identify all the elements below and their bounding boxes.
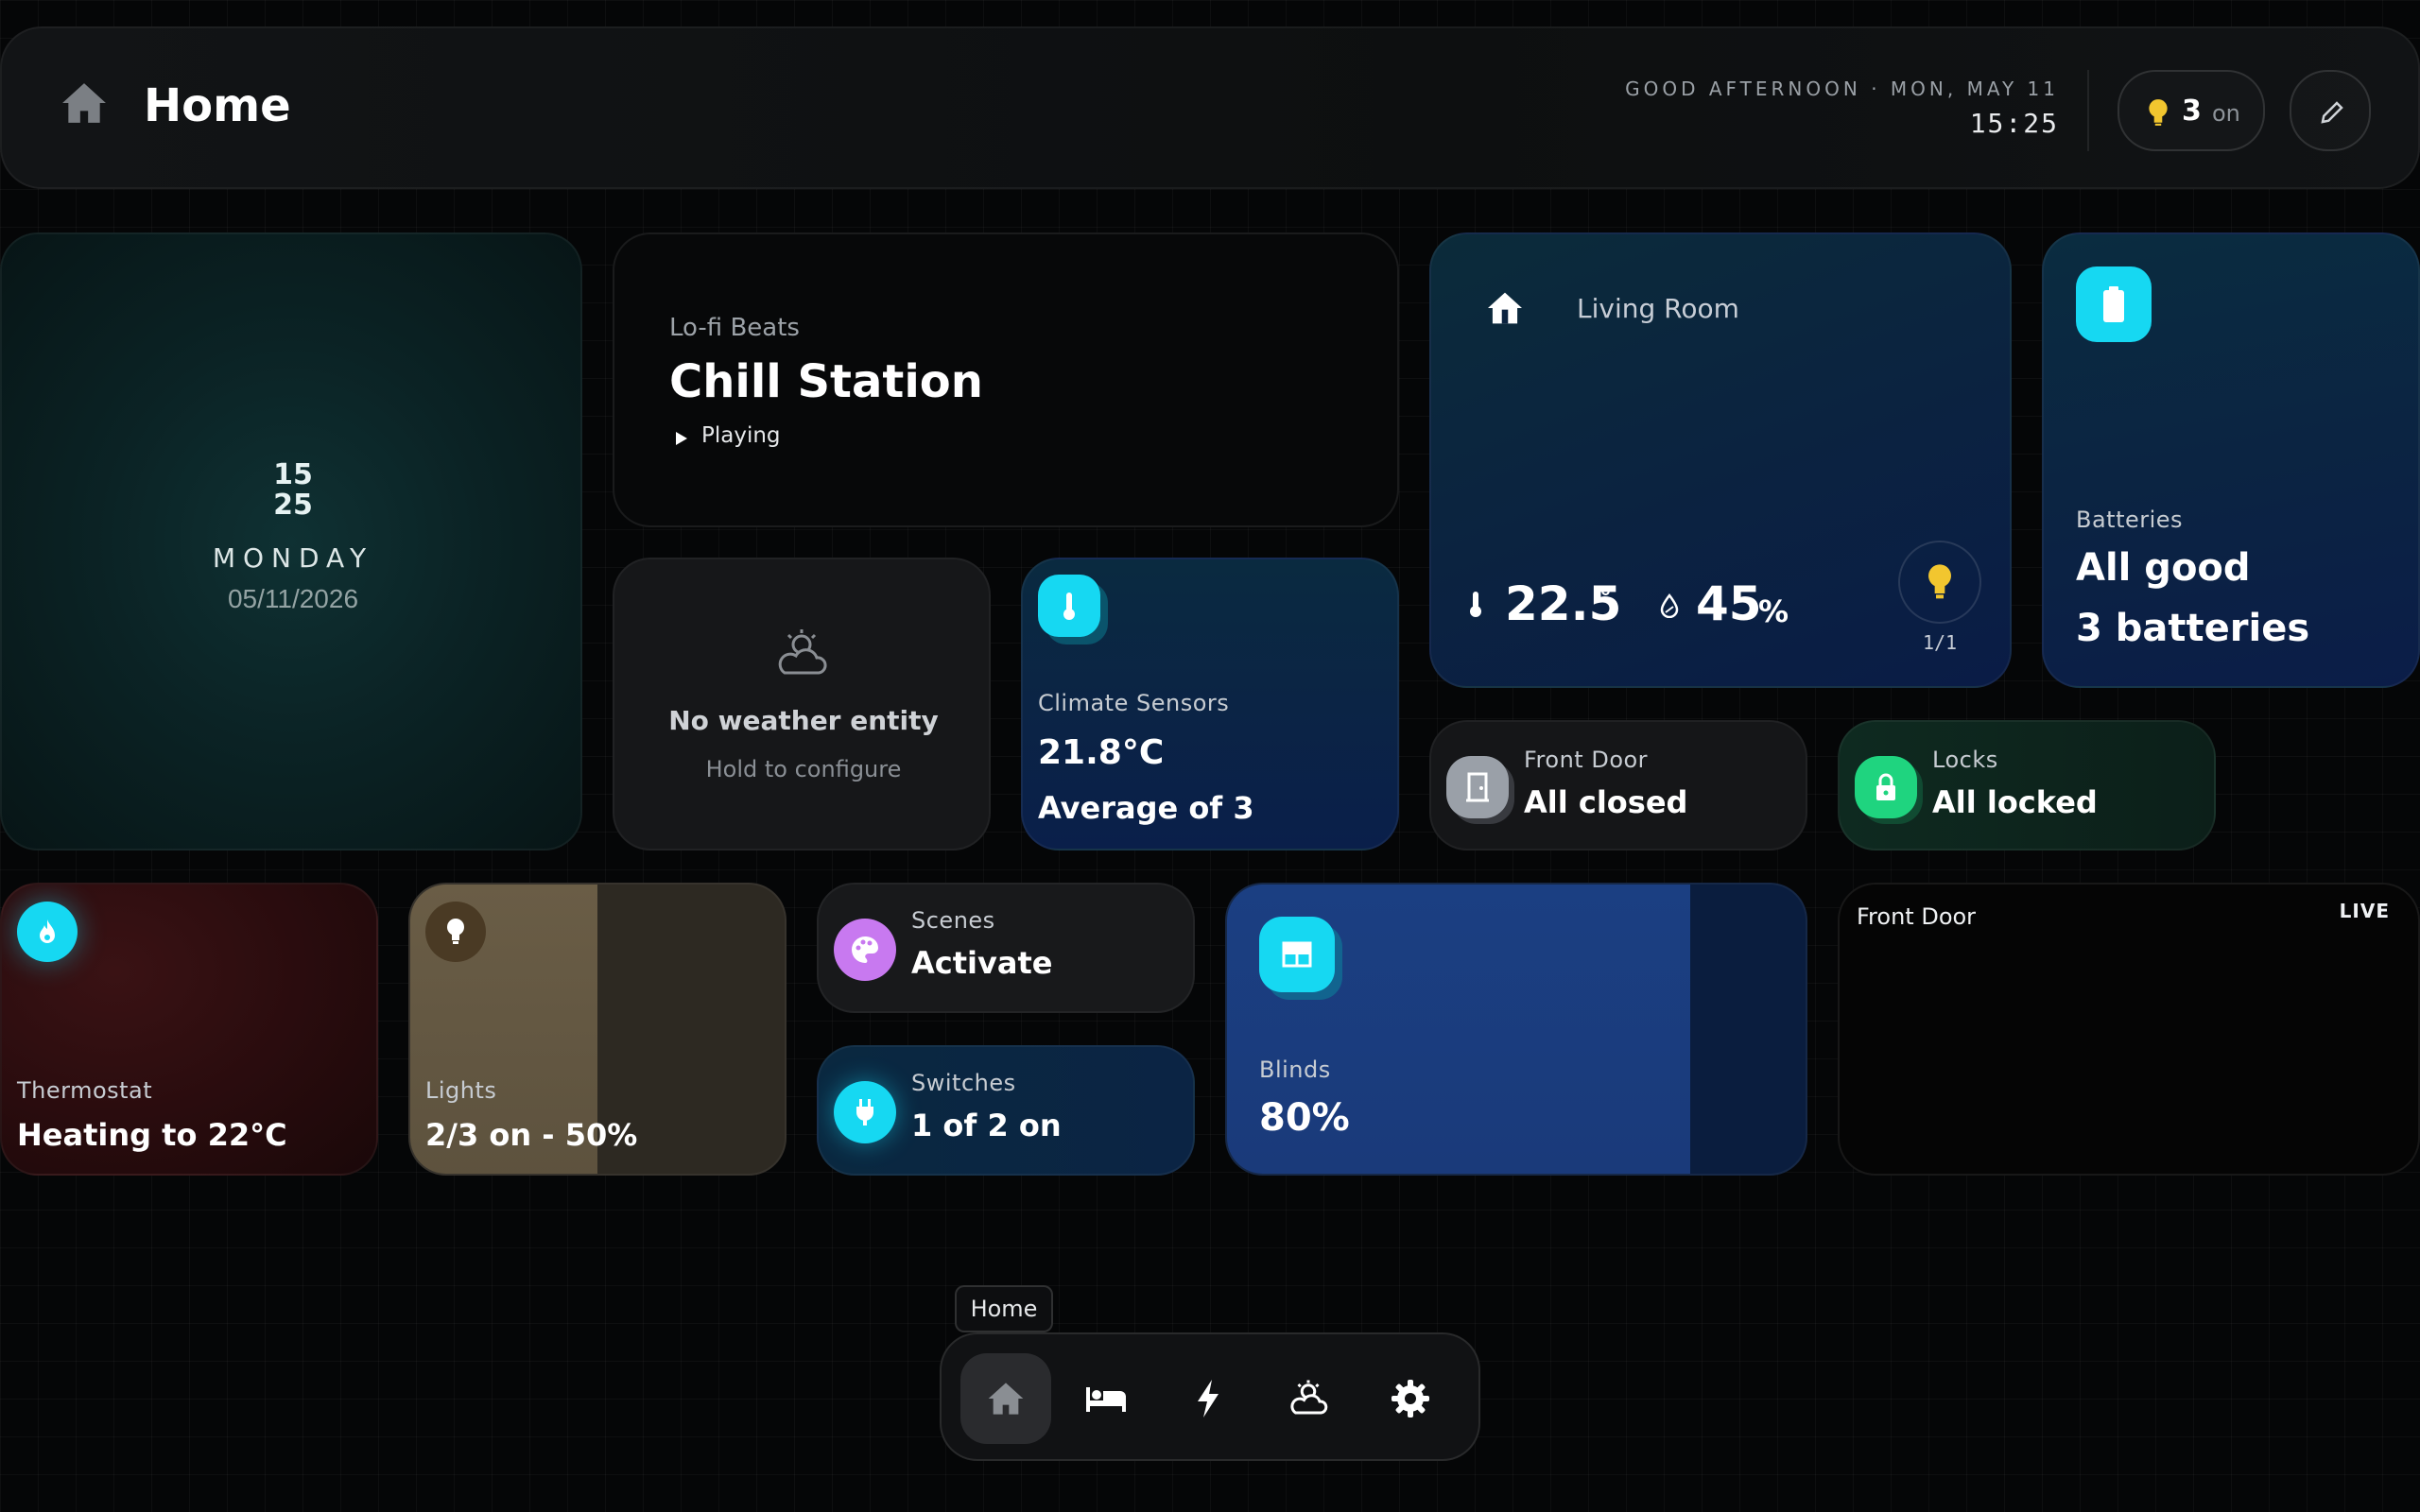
switches-card[interactable]: Switches 1 of 2 on	[817, 1045, 1195, 1176]
plug-icon	[834, 1081, 896, 1143]
blinds-value: 80%	[1259, 1096, 1350, 1140]
home-icon	[60, 81, 108, 125]
header-divider	[2087, 70, 2089, 151]
media-title: Chill Station	[669, 355, 983, 408]
media-card[interactable]: Lo-fi Beats Chill Station Playing	[613, 232, 1399, 527]
thermometer-icon	[1038, 575, 1100, 637]
clock-weekday: MONDAY	[212, 542, 374, 574]
room-thermometer-icon	[1469, 590, 1482, 618]
room-bulb-icon	[1925, 563, 1955, 601]
batteries-label: Batteries	[2076, 507, 2184, 533]
climate-sensors-card[interactable]: Climate Sensors 21.8°C Average of 3	[1021, 558, 1399, 850]
bolt-icon	[1195, 1379, 1221, 1418]
clock-card[interactable]: 15 25 MONDAY 05/11/2026	[0, 232, 582, 850]
clock-minute: 25	[273, 489, 313, 522]
blinds-label: Blinds	[1259, 1057, 1331, 1083]
lights-bulb-icon	[425, 902, 486, 962]
door-icon	[1446, 756, 1509, 818]
lights-on-count: 3	[2182, 94, 2202, 128]
home-icon	[987, 1381, 1025, 1417]
thermostat-card[interactable]: Thermostat Heating to 22°C	[0, 883, 378, 1176]
dock-energy-button[interactable]	[1163, 1353, 1253, 1444]
climate-detail: Average of 3	[1038, 790, 1254, 826]
scenes-label: Scenes	[911, 907, 995, 934]
batteries-count: 3 batteries	[2076, 607, 2310, 650]
front-door-label: Front Door	[1524, 747, 1649, 773]
flame-icon	[17, 902, 78, 962]
room-home-icon	[1486, 291, 1524, 325]
batteries-card[interactable]: Batteries All good 3 batteries	[2042, 232, 2420, 688]
locks-value: All locked	[1932, 784, 2098, 820]
bottom-dock	[940, 1332, 1480, 1461]
bed-icon	[1084, 1383, 1128, 1414]
living-room-card[interactable]: Living Room 22.5 ° 45 % 1/1	[1429, 232, 2012, 688]
header-time: 15:25	[1969, 108, 2059, 139]
pencil-icon	[2318, 98, 2346, 127]
front-door-value: All closed	[1524, 784, 1688, 820]
room-name: Living Room	[1577, 293, 1739, 324]
blinds-icon	[1259, 917, 1335, 992]
media-subtitle: Lo-fi Beats	[669, 314, 800, 342]
climate-label: Climate Sensors	[1038, 690, 1230, 716]
camera-card[interactable]: Front Door LIVE	[1838, 883, 2420, 1176]
bulb-icon	[2146, 98, 2170, 127]
header-bar: Home GOOD AFTERNOON · MON, MAY 11 15:25 …	[0, 26, 2420, 189]
room-humidity-unit: %	[1758, 593, 1789, 629]
scenes-card[interactable]: Scenes Activate	[817, 883, 1195, 1013]
dock-bedroom-button[interactable]	[1061, 1353, 1151, 1444]
dock-settings-button[interactable]	[1365, 1353, 1456, 1444]
blinds-card[interactable]: Blinds 80%	[1225, 883, 1807, 1176]
edit-button[interactable]	[2290, 70, 2371, 151]
dock-home-button[interactable]	[960, 1353, 1051, 1444]
switches-value: 1 of 2 on	[911, 1108, 1062, 1143]
room-light-toggle[interactable]	[1898, 541, 1981, 624]
weather-card[interactable]: No weather entity Hold to configure	[613, 558, 991, 850]
weather-icon	[773, 627, 830, 680]
clock-hour: 15	[273, 458, 313, 491]
humidity-icon	[1660, 593, 1679, 618]
gear-icon	[1391, 1379, 1430, 1418]
dock-weather-button[interactable]	[1263, 1353, 1354, 1444]
camera-title: Front Door	[1857, 903, 1977, 930]
switches-label: Switches	[911, 1070, 1016, 1096]
lights-card[interactable]: Lights 2/3 on - 50%	[408, 883, 786, 1176]
play-icon	[675, 431, 688, 446]
lights-value: 2/3 on - 50%	[425, 1117, 638, 1153]
front-door-card[interactable]: Front Door All closed	[1429, 720, 1807, 850]
weather-title: No weather entity	[668, 705, 939, 736]
room-temperature-unit: °	[1599, 584, 1612, 612]
lock-icon	[1855, 756, 1917, 818]
locks-card[interactable]: Locks All locked	[1838, 720, 2216, 850]
media-status: Playing	[701, 423, 781, 448]
battery-icon	[2076, 266, 2152, 342]
thermostat-label: Thermostat	[17, 1077, 153, 1104]
lights-on-suffix: on	[2212, 100, 2240, 127]
lights-on-chip[interactable]: 3 on	[2118, 70, 2265, 151]
climate-value: 21.8°C	[1038, 733, 1165, 772]
greeting-text: GOOD AFTERNOON · MON, MAY 11	[1625, 77, 2059, 100]
dock-tooltip: Home	[955, 1285, 1053, 1332]
locks-label: Locks	[1932, 747, 1998, 773]
thermostat-value: Heating to 22°C	[17, 1117, 287, 1153]
live-badge: LIVE	[2339, 900, 2390, 922]
palette-icon	[834, 919, 896, 981]
scenes-value: Activate	[911, 945, 1053, 981]
batteries-status: All good	[2076, 546, 2251, 590]
weather-hint: Hold to configure	[705, 756, 902, 782]
clock-date: 05/11/2026	[227, 584, 359, 613]
lights-label: Lights	[425, 1077, 497, 1104]
room-humidity: 45	[1696, 576, 1762, 631]
room-lights-count: 1/1	[1922, 631, 1958, 654]
weather-icon	[1287, 1379, 1330, 1418]
page-title: Home	[144, 79, 291, 132]
